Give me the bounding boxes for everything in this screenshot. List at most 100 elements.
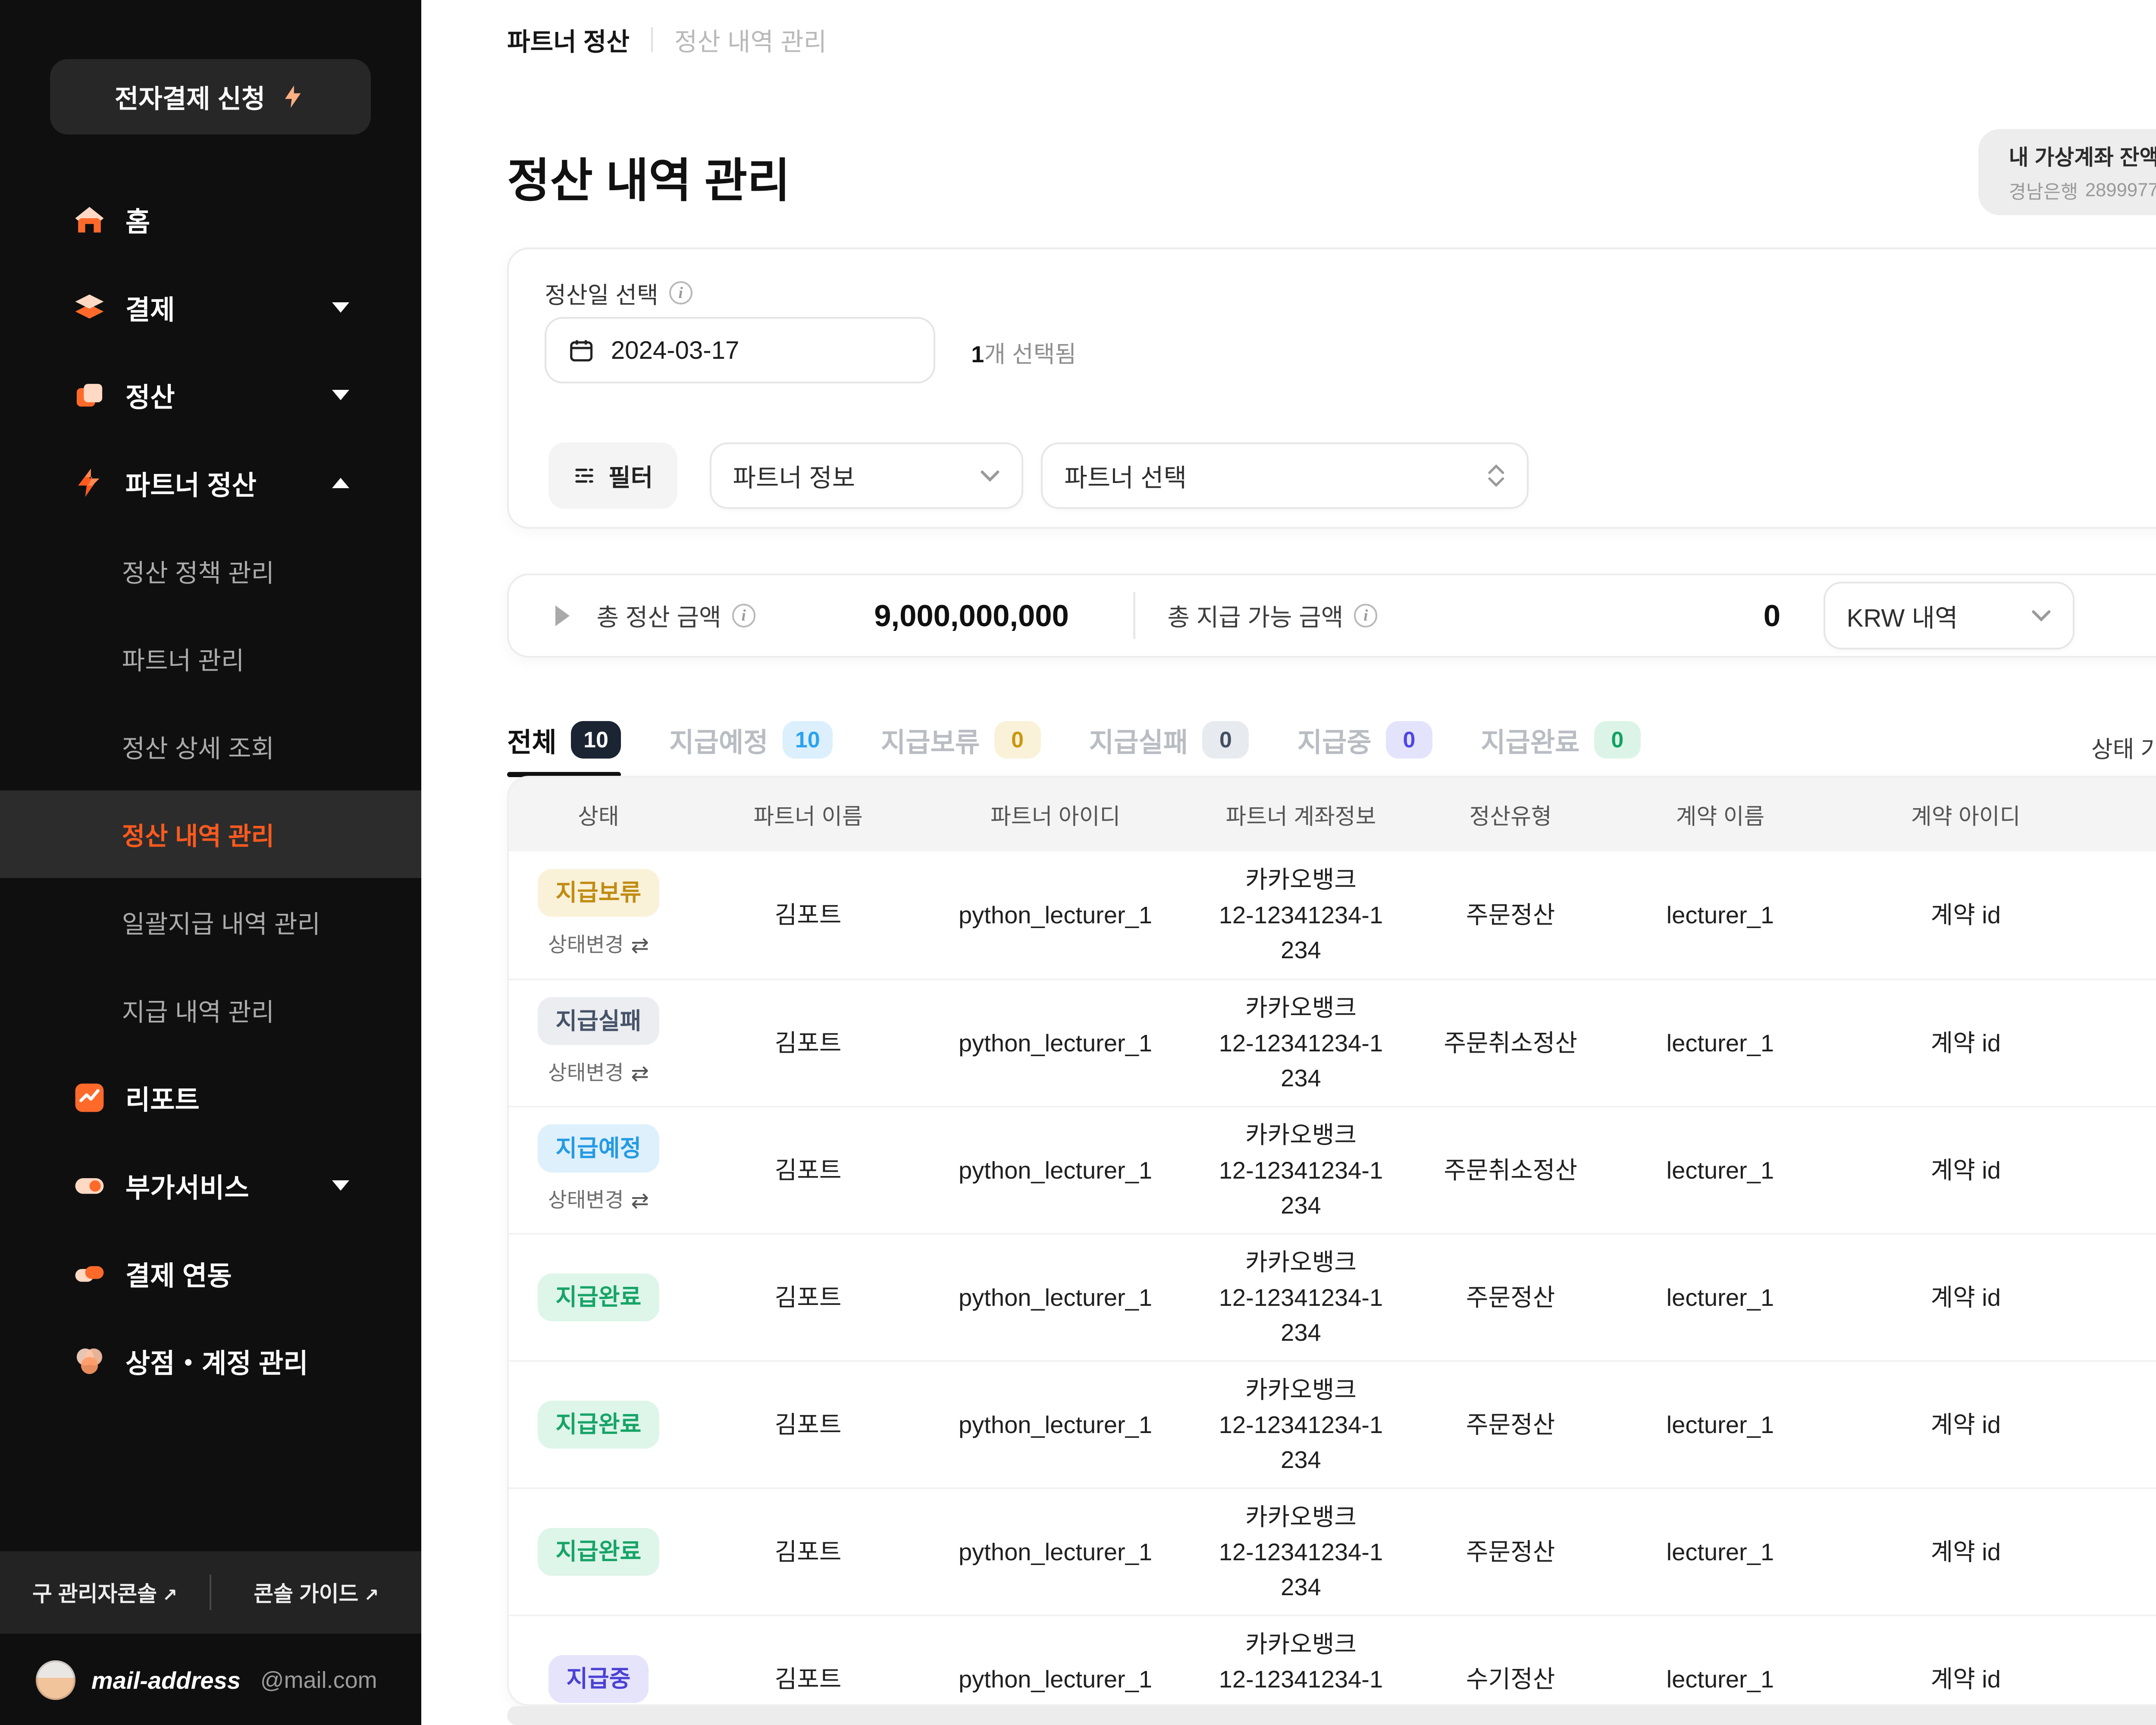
contract-name-cell: lecturer_1	[1602, 897, 1839, 932]
settlement-type-cell: 주문취소정산	[1419, 1153, 1602, 1188]
table-row[interactable]: 지급완료김포트python_lecturer_1카카오뱅크12-12341234…	[509, 1487, 2156, 1615]
partner-id-cell: python_lecturer_1	[928, 1280, 1183, 1315]
sidebar-item-home[interactable]: 홈	[0, 176, 421, 263]
status-guide-link[interactable]: 상태 가이드 ?	[2091, 730, 2156, 764]
sidebar: 전자결제 신청 홈 결제	[0, 0, 421, 1725]
filter-button[interactable]: 필터	[548, 442, 677, 509]
sidebar-item-addons[interactable]: 부가서비스	[0, 1142, 421, 1229]
tab-label: 지급보류	[881, 721, 980, 759]
status-badge: 지급완료	[538, 1528, 659, 1576]
sidebar-item-report[interactable]: 리포트	[0, 1054, 421, 1142]
table-row[interactable]: 지급예정상태변경⇄김포트python_lecturer_1카카오뱅크12-123…	[509, 1106, 2156, 1233]
toggle-icon	[72, 1167, 107, 1203]
table-row[interactable]: 지급실패상태변경⇄김포트python_lecturer_1카카오뱅크12-123…	[509, 979, 2156, 1106]
external-link-icon: ↗	[162, 1585, 177, 1605]
partner-name-cell: 김포트	[688, 1153, 928, 1188]
console-guide-link[interactable]: 콘솔 가이드 ↗	[211, 1577, 421, 1608]
status-cell: 지급완료	[509, 1528, 688, 1576]
account-line: 12-12341234-1	[1183, 897, 1420, 932]
status-change-label: 상태변경	[548, 930, 624, 960]
page-title: 정산 내역 관리	[507, 143, 790, 210]
contract-name-cell: lecturer_1	[1602, 1153, 1839, 1188]
avatar	[36, 1660, 75, 1700]
table-row[interactable]: 지급완료김포트python_lecturer_1카카오뱅크12-12341234…	[509, 1360, 2156, 1487]
account-line: 12-12341234-1	[1183, 1407, 1420, 1442]
partner-name-cell: 김포트	[688, 1534, 928, 1569]
settlement-date-label: 정산일 선택 i	[545, 276, 692, 310]
sidebar-item-payment[interactable]: 결제	[0, 263, 421, 351]
tab-지급실패[interactable]: 지급실패0	[1089, 721, 1249, 778]
horizontal-scrollbar[interactable]	[507, 1706, 2156, 1725]
sidebar-item-label: 결제	[125, 288, 175, 327]
partner-account-cell: 카카오뱅크12-12341234-1234	[1183, 1499, 1420, 1605]
table-row[interactable]: 지급중김포트python_lecturer_1카카오뱅크12-12341234-…	[509, 1615, 2156, 1706]
subitem-label: 정산 정책 관리	[122, 553, 274, 589]
settlement-date-input[interactable]: 2024-03-17	[545, 317, 935, 383]
legacy-console-link[interactable]: 구 관리자콘솔↗	[0, 1577, 210, 1608]
account-line: 234	[1183, 932, 1420, 967]
tab-지급중[interactable]: 지급중0	[1297, 721, 1432, 778]
contract-id-cell: 계약 id	[1839, 1407, 2093, 1442]
tab-지급예정[interactable]: 지급예정10	[669, 721, 833, 778]
sidebar-item-store-account[interactable]: 상점・계정 관리	[0, 1317, 421, 1405]
tab-전체[interactable]: 전체10	[507, 721, 621, 778]
breadcrumb-settlement-history[interactable]: 정산 내역 관리	[674, 22, 827, 58]
partner-name-cell: 김포트	[688, 1026, 928, 1060]
partner-id-cell: python_lecturer_1	[928, 1153, 1183, 1188]
external-link-icon: ↗	[364, 1585, 379, 1605]
account-line: 카카오뱅크	[1183, 990, 1420, 1025]
tab-지급완료[interactable]: 지급완료0	[1481, 721, 1641, 778]
account-number: 28999770218123	[2085, 180, 2156, 201]
settlement-type-cell: 수기정산	[1419, 1662, 1602, 1697]
sidebar-item-payment-integration[interactable]: 결제 연동	[0, 1229, 421, 1317]
sidebar-subitem-settlement-history[interactable]: 정산 내역 관리	[0, 790, 421, 878]
status-badge: 지급중	[548, 1655, 649, 1703]
account-line: 234	[1183, 1697, 1420, 1706]
swap-arrows-icon: ⇄	[631, 1058, 649, 1089]
sidebar-item-settlement[interactable]: 정산	[0, 351, 421, 439]
table-row[interactable]: 지급보류상태변경⇄김포트python_lecturer_1카카오뱅크12-123…	[509, 851, 2156, 979]
status-change-link[interactable]: 상태변경⇄	[548, 1185, 649, 1216]
total-label-text: 총 정산 금액	[596, 598, 721, 633]
sidebar-subitem-policy[interactable]: 정산 정책 관리	[0, 527, 421, 615]
expand-caret-icon[interactable]	[555, 605, 570, 626]
account-menu[interactable]: mail-address @mail.com	[36, 1650, 377, 1710]
breadcrumb: 파트너 정산 정산 내역 관리	[507, 22, 827, 58]
partner-account-cell: 카카오뱅크12-12341234-1234	[1183, 1627, 1420, 1706]
partner-info-dropdown[interactable]: 파트너 정보	[710, 442, 1023, 509]
partner-account-cell: 카카오뱅크12-12341234-1234	[1183, 862, 1420, 967]
breadcrumb-partner-settlement[interactable]: 파트너 정산	[507, 22, 630, 58]
sidebar-nav: 홈 결제 정산 파트너 정산	[0, 176, 421, 1405]
krw-history-dropdown[interactable]: KRW 내역	[1824, 582, 2075, 650]
subitem-label: 정산 내역 관리	[122, 816, 274, 852]
total-settlement-label: 총 정산 금액 i	[596, 598, 755, 633]
sidebar-subitem-batch-payout[interactable]: 일괄지급 내역 관리	[0, 878, 421, 966]
sidebar-subitem-payout-history[interactable]: 지급 내역 관리	[0, 966, 421, 1054]
chevron-down-icon	[332, 302, 349, 313]
sidebar-item-label: 파트너 정산	[125, 464, 257, 502]
bolt-icon	[72, 465, 107, 501]
console-guide-label: 콘솔 가이드	[254, 1582, 358, 1606]
tab-count-badge: 10	[571, 721, 621, 759]
table-row[interactable]: 지급완료김포트python_lecturer_1카카오뱅크12-12341234…	[509, 1233, 2156, 1360]
main-content: 파트너 정산 정산 내역 관리 테스트 데이터 정산 내역 관리 내 가상계좌 …	[421, 0, 2156, 1725]
circles-icon	[72, 1343, 107, 1379]
sidebar-item-partner-settlement[interactable]: 파트너 정산	[0, 439, 421, 527]
partner-info-value: 파트너 정보	[733, 458, 855, 494]
partner-name-cell: 김포트	[688, 1407, 928, 1442]
filter-button-label: 필터	[608, 458, 653, 493]
settlement-type-cell: 주문취소정산	[1419, 1026, 1602, 1060]
status-change-link[interactable]: 상태변경⇄	[548, 930, 649, 961]
sidebar-subitem-settlement-detail[interactable]: 정산 상세 조회	[0, 703, 421, 790]
epayment-apply-button[interactable]: 전자결제 신청	[50, 59, 371, 135]
report-icon	[72, 1080, 107, 1116]
partner-account-cell: 카카오뱅크12-12341234-1234	[1183, 1117, 1420, 1223]
payable-label-text: 총 지급 가능 금액	[1167, 598, 1343, 633]
tab-지급보류[interactable]: 지급보류0	[881, 721, 1041, 778]
subitem-label: 정산 상세 조회	[122, 728, 274, 765]
tab-label: 지급실패	[1089, 721, 1188, 759]
sidebar-subitem-partners[interactable]: 파트너 관리	[0, 615, 421, 703]
partner-select-dropdown[interactable]: 파트너 선택	[1041, 442, 1528, 509]
chevron-up-icon	[332, 478, 349, 488]
status-change-link[interactable]: 상태변경⇄	[548, 1058, 649, 1089]
